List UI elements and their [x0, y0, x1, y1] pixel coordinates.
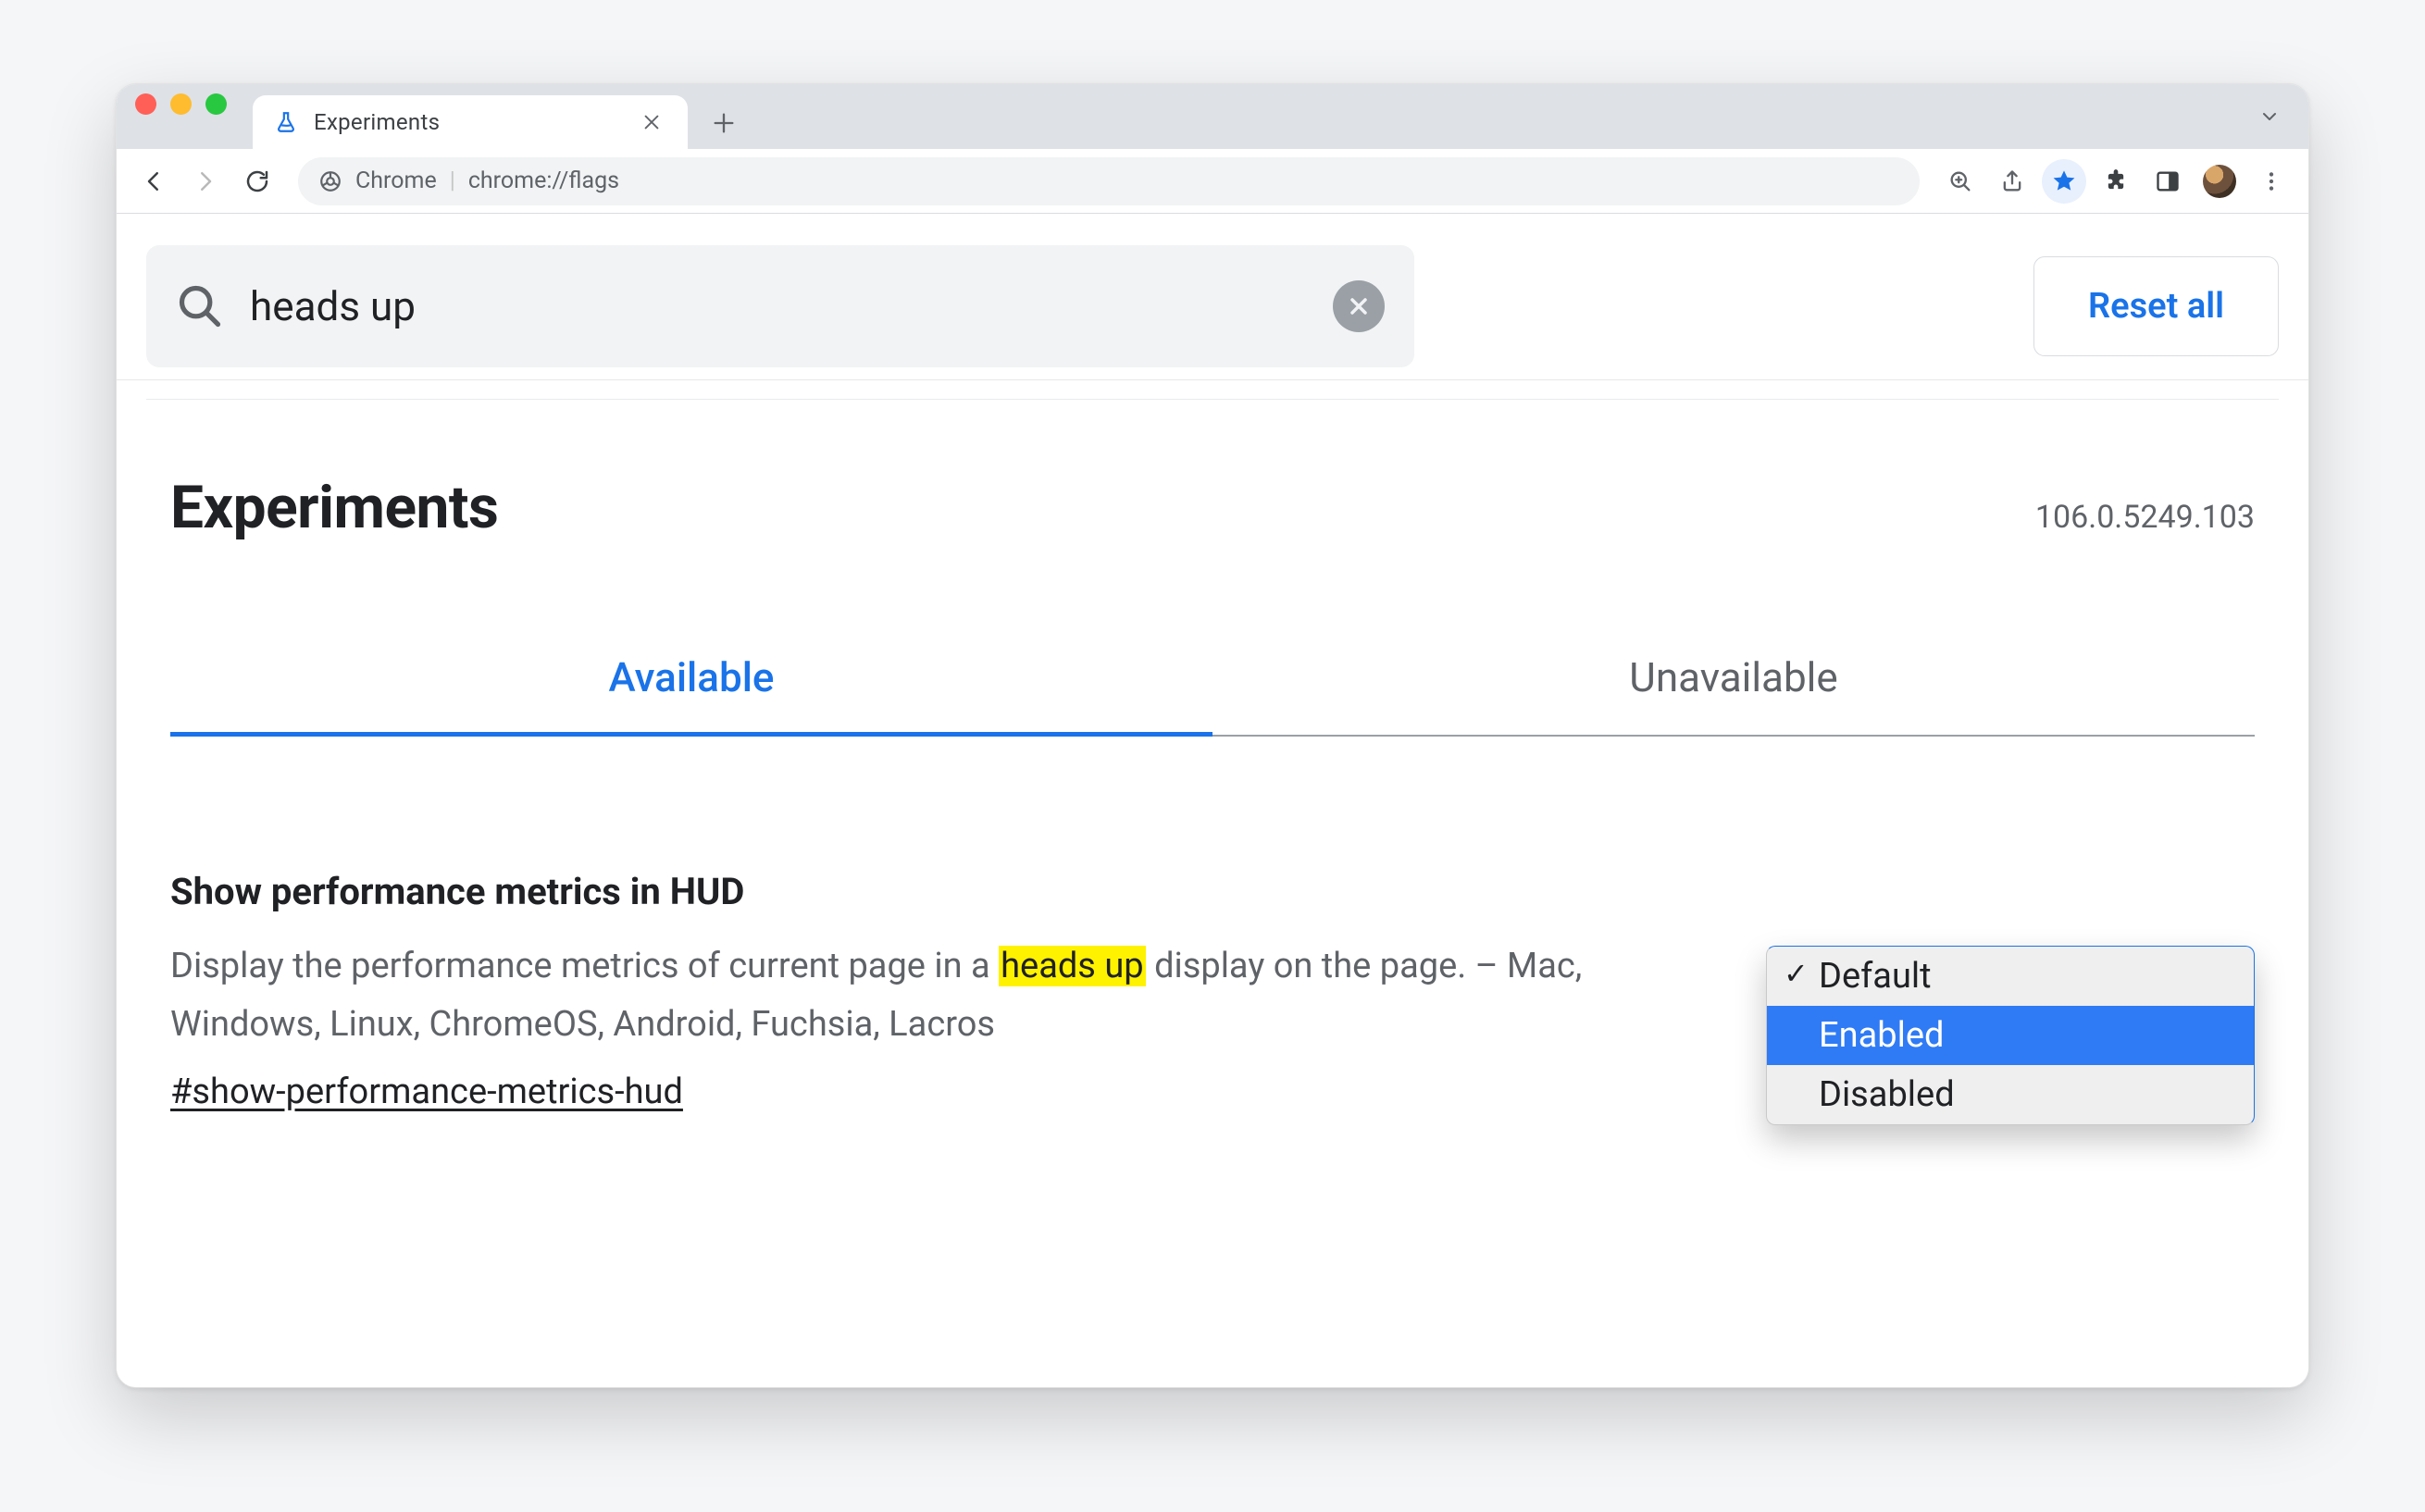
close-window-button[interactable]	[135, 93, 156, 115]
tabs: Available Unavailable	[170, 653, 2255, 737]
search-highlight: heads up	[999, 946, 1146, 986]
forward-button[interactable]	[183, 159, 228, 204]
flag-title: Show performance metrics in HUD	[170, 870, 1699, 913]
fullscreen-button[interactable]	[205, 93, 227, 115]
side-panel-button[interactable]	[2145, 159, 2190, 204]
tab-strip: Experiments	[117, 84, 2308, 149]
extensions-button[interactable]	[2094, 159, 2138, 204]
page-title: Experiments	[170, 473, 498, 542]
flag-anchor-link[interactable]: #show-performance-metrics-hud	[170, 1072, 683, 1112]
minimize-window-button[interactable]	[170, 93, 192, 115]
browser-tab[interactable]: Experiments	[253, 95, 688, 149]
chrome-logo-icon	[318, 169, 342, 193]
version-text: 106.0.5249.103	[2035, 499, 2255, 536]
dropdown-option-disabled[interactable]: Disabled	[1767, 1065, 2254, 1124]
flask-icon	[273, 109, 299, 135]
search-icon	[176, 282, 224, 330]
tab-unavailable[interactable]: Unavailable	[1212, 653, 2255, 737]
flag-item: Show performance metrics in HUD Display …	[170, 870, 2255, 1112]
flag-description: Display the performance metrics of curre…	[170, 937, 1699, 1053]
flag-state-dropdown[interactable]: Default Enabled Disabled	[1766, 946, 2255, 1125]
zoom-button[interactable]	[1938, 159, 1983, 204]
page-content: Reset all Experiments 106.0.5249.103 Ava…	[117, 214, 2308, 1387]
flag-desc-text: Display the performance metrics of curre…	[170, 946, 999, 986]
omnibox-separator: |	[450, 167, 455, 194]
back-button[interactable]	[131, 159, 176, 204]
address-bar[interactable]: Chrome | chrome://flags	[298, 157, 1920, 205]
profile-button[interactable]	[2197, 159, 2242, 204]
window-controls	[135, 84, 253, 149]
share-button[interactable]	[1990, 159, 2034, 204]
dropdown-option-default[interactable]: Default	[1767, 947, 2254, 1006]
flag-search-box[interactable]	[146, 245, 1414, 367]
omnibox-path: chrome://flags	[468, 167, 619, 194]
tab-title: Experiments	[314, 109, 627, 135]
search-input[interactable]	[250, 282, 1333, 330]
browser-window: Experiments	[116, 83, 2309, 1388]
new-tab-button[interactable]	[701, 100, 747, 146]
tab-search-button[interactable]	[2249, 96, 2290, 137]
close-tab-button[interactable]	[641, 112, 667, 132]
dropdown-option-enabled[interactable]: Enabled	[1767, 1006, 2254, 1065]
overflow-menu-button[interactable]	[2249, 159, 2294, 204]
bookmark-button[interactable]	[2042, 159, 2086, 204]
divider	[117, 379, 2308, 380]
reload-button[interactable]	[235, 159, 280, 204]
tab-available[interactable]: Available	[170, 653, 1212, 737]
clear-search-button[interactable]	[1333, 280, 1385, 332]
profile-avatar	[2203, 165, 2236, 198]
omnibox-origin: Chrome	[355, 167, 437, 194]
reset-all-button[interactable]: Reset all	[2033, 256, 2279, 356]
browser-toolbar: Chrome | chrome://flags	[117, 149, 2308, 214]
